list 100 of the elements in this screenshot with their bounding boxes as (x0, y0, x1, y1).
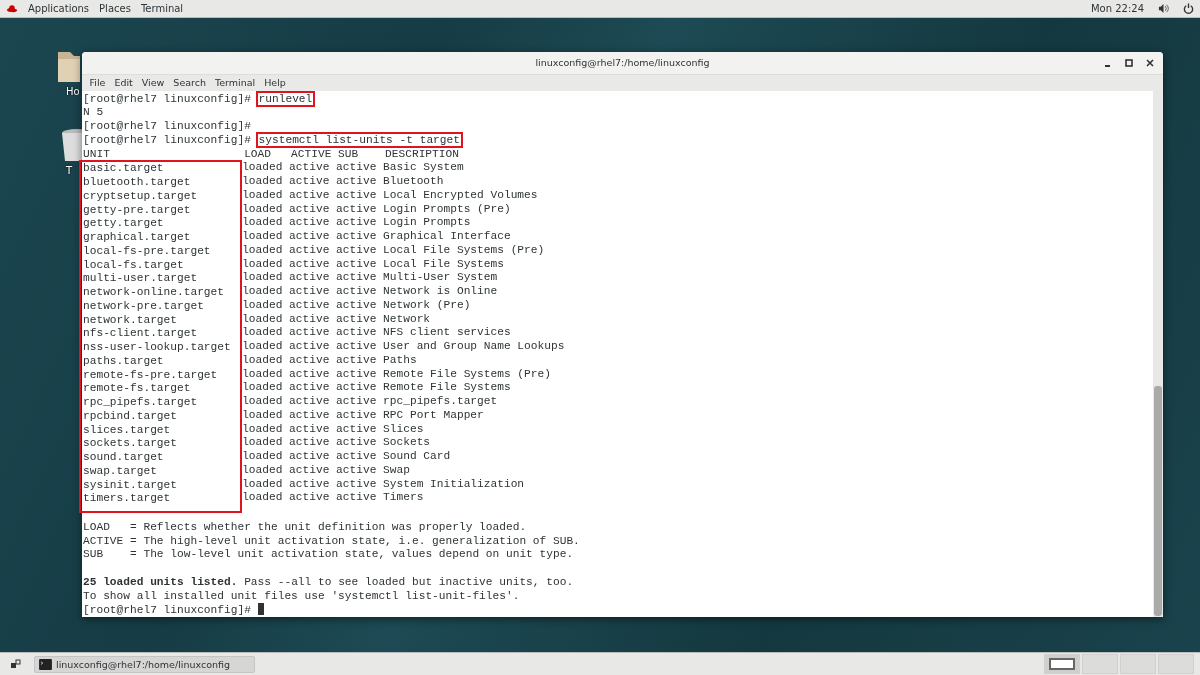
load-state: loaded (242, 436, 284, 450)
sub-state: active (336, 298, 378, 313)
load-state: loaded (242, 298, 284, 313)
unit-description: Sockets (383, 436, 431, 450)
unit-description: Network (Pre) (383, 298, 471, 313)
unit-description: Paths (383, 353, 417, 368)
unit-name: network-online.target (83, 286, 224, 298)
active-state: active (289, 312, 331, 327)
load-state: loaded (242, 381, 284, 395)
output-line: To show all installed unit files use 'systemctl list-unit-files'. (83, 589, 520, 602)
unit-name: cryptsetup.target (83, 189, 198, 202)
sub-state: active (336, 188, 378, 203)
unit-description: Timers (383, 491, 424, 505)
output-line: ACTIVE = The high-level unit activation state, i.e. generalization of SUB. (83, 534, 580, 547)
menu-item[interactable]: Edit (109, 77, 138, 89)
unit-name: swap.target (83, 464, 157, 477)
sub-state: active (336, 312, 378, 327)
unit-description: Bluetooth (383, 175, 444, 189)
unit-description: Multi-User System (383, 271, 498, 285)
active-state: active (289, 243, 331, 258)
unit-name: sound.target (83, 451, 164, 463)
unit-name: rpc_pipefs.target (83, 396, 198, 408)
load-state: loaded (242, 408, 284, 423)
load-state: loaded (242, 395, 284, 409)
task-label: linuxconfig@rhel7:/home/linuxconfig (56, 658, 230, 670)
unit-description: RPC Port Mapper (383, 408, 484, 423)
load-state: loaded (242, 230, 284, 244)
sub-state: active (336, 381, 378, 395)
sub-state: active (336, 450, 378, 464)
column-header: SUB (338, 147, 360, 162)
sub-state: active (336, 257, 378, 272)
active-state: active (289, 463, 331, 478)
sub-state: active (336, 367, 378, 382)
load-state: loaded (242, 463, 284, 478)
shell-prompt: [root@rhel7 linuxconfig]# (83, 120, 252, 132)
workspace-button[interactable] (1044, 654, 1080, 674)
unit-description: rpc_pipefs.target (383, 395, 498, 409)
active-state: active (289, 202, 331, 217)
top-bar-menu[interactable]: Terminal (140, 3, 184, 14)
active-state: active (289, 353, 331, 368)
load-state: loaded (242, 202, 284, 217)
sub-state: active (336, 353, 378, 368)
menu-item[interactable]: Terminal (210, 77, 260, 89)
sub-state: active (336, 477, 378, 492)
load-state: loaded (242, 450, 284, 464)
unit-name: network.target (83, 313, 177, 326)
active-state: active (289, 285, 331, 299)
top-bar-menu[interactable]: Places (99, 3, 131, 14)
unit-description: Remote File Systems (383, 381, 511, 395)
unit-name: basic.target (83, 162, 164, 175)
load-state: loaded (242, 257, 284, 272)
menu-item[interactable]: Search (168, 77, 211, 89)
load-state: loaded (242, 271, 284, 285)
power-icon[interactable] (1183, 3, 1194, 14)
task-button[interactable]: linuxconfig@rhel7:/home/linuxconfig (34, 655, 255, 673)
menu-item[interactable]: Help (259, 77, 291, 89)
sub-state: active (336, 340, 378, 354)
load-state: loaded (242, 312, 284, 327)
active-state: active (289, 408, 331, 423)
active-state: active (289, 175, 331, 189)
menu-item[interactable]: File (85, 77, 110, 89)
load-state: loaded (242, 340, 284, 354)
unit-description: Swap (383, 463, 410, 478)
unit-name: nss-user-lookup.target (83, 341, 231, 353)
unit-description: Network is Online (383, 285, 498, 299)
unit-name: nfs-client.target (83, 327, 198, 340)
active-state: active (289, 491, 331, 505)
volume-icon[interactable] (1158, 3, 1169, 14)
menu-item[interactable]: View (137, 77, 169, 89)
load-state: loaded (242, 422, 284, 437)
output-line: SUB = The low-level unit activation state, values depend on unit type. (83, 548, 574, 561)
maximize-icon[interactable] (1124, 58, 1134, 68)
active-state: active (289, 340, 331, 354)
show-desktop-icon[interactable] (10, 658, 22, 670)
unit-description: System Initialization (383, 477, 525, 492)
terminal-icon (39, 658, 52, 670)
output-line: LOAD = Reflects whether the unit definition was properly loaded. (83, 520, 527, 533)
column-header: ACTIVE (291, 147, 333, 162)
active-state: active (289, 450, 331, 464)
clock[interactable]: Mon 22:24 (1090, 3, 1144, 14)
sub-state: active (336, 230, 378, 244)
sub-state: active (336, 422, 378, 437)
shell-prompt: [root@rhel7 linuxconfig]# (83, 604, 252, 617)
desktop-icon-label: T (66, 165, 73, 176)
window-title: linuxconfig@rhel7:/home/linuxconfig (535, 57, 710, 69)
load-state: loaded (242, 175, 284, 189)
top-bar-menu[interactable]: Applications (28, 3, 90, 14)
column-header: UNIT (83, 147, 111, 162)
unit-name: getty.target (83, 217, 164, 230)
unit-name: multi-user.target (83, 272, 198, 285)
active-state: active (289, 216, 331, 230)
command-text: runlevel (257, 92, 314, 105)
unit-name: bluetooth.target (83, 176, 191, 188)
unit-name: sockets.target (83, 437, 177, 450)
close-icon[interactable] (1145, 58, 1155, 68)
unit-description: Remote File Systems (Pre) (383, 367, 551, 382)
unit-name: local-fs-pre.target (83, 244, 211, 257)
unit-description: Login Prompts (Pre) (383, 202, 511, 217)
scrollbar[interactable] (1153, 90, 1163, 617)
active-state: active (289, 477, 331, 492)
